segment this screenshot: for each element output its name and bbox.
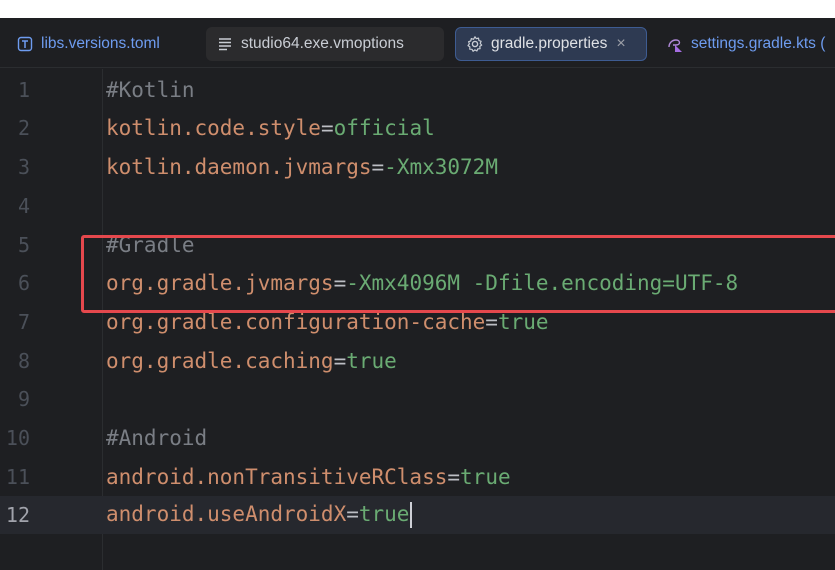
code-line: 10 #Android xyxy=(0,419,835,457)
line-number: 11 xyxy=(5,465,30,489)
property-key: android.nonTransitiveRClass xyxy=(106,465,448,489)
line-number: 4 xyxy=(17,194,30,218)
editor-tab-bar: libs.versions.toml studio64.exe.vmoption… xyxy=(0,18,835,68)
gear-icon xyxy=(466,35,484,53)
property-value: true xyxy=(497,310,549,334)
code-line: 8 org.gradle.caching=true xyxy=(0,342,835,380)
kotlin-gradle-file-icon xyxy=(666,35,684,53)
property-key: org.gradle.caching xyxy=(106,349,334,373)
line-number: 9 xyxy=(17,387,30,411)
tab-label: libs.versions.toml xyxy=(41,35,160,52)
property-key: kotlin.daemon.jvmargs xyxy=(106,155,372,179)
code-line-current: 12 android.useAndroidX=true xyxy=(0,496,835,534)
line-number: 2 xyxy=(17,116,30,140)
code-line: 1 #Kotlin xyxy=(0,71,835,109)
code-line: 3 kotlin.daemon.jvmargs=-Xmx3072M xyxy=(0,148,835,186)
toml-file-icon xyxy=(16,35,34,53)
property-value: -Xmx3072M xyxy=(384,155,498,179)
line-number: 7 xyxy=(17,310,30,334)
equals-sign: = xyxy=(485,310,498,334)
tab-libs-versions-toml[interactable]: libs.versions.toml xyxy=(6,27,196,61)
line-number: 1 xyxy=(17,78,30,102)
code-line: 9 xyxy=(0,380,835,418)
equals-sign: = xyxy=(371,155,385,179)
property-value: official xyxy=(333,116,435,140)
tab-label: settings.gradle.kts ( xyxy=(691,35,826,52)
line-number: 3 xyxy=(17,155,30,179)
annotation-highlight-box xyxy=(81,235,835,313)
equals-sign: = xyxy=(320,116,334,140)
line-number: 8 xyxy=(17,349,30,373)
window-top-strip xyxy=(0,0,835,18)
property-value: true xyxy=(358,502,410,526)
equals-sign: = xyxy=(333,349,347,373)
tab-gradle-properties[interactable]: gradle.properties × xyxy=(455,27,647,61)
code-editor[interactable]: 1 #Kotlin 2 kotlin.code.style=official 3… xyxy=(0,69,835,570)
tab-label: gradle.properties xyxy=(491,35,608,52)
text-caret xyxy=(410,502,413,528)
property-value: true xyxy=(346,349,397,373)
close-icon[interactable]: × xyxy=(616,35,625,53)
line-number: 6 xyxy=(17,271,30,295)
equals-sign: = xyxy=(447,465,461,489)
property-key: android.useAndroidX xyxy=(106,502,347,526)
line-number: 12 xyxy=(5,503,30,527)
tab-studio64-vmoptions[interactable]: studio64.exe.vmoptions xyxy=(206,27,444,61)
code-line: 2 kotlin.code.style=official xyxy=(0,109,835,147)
line-number: 5 xyxy=(17,233,30,257)
equals-sign: = xyxy=(346,502,359,526)
tab-settings-gradle-kts[interactable]: settings.gradle.kts ( xyxy=(658,27,835,61)
line-number: 10 xyxy=(5,426,30,450)
code-line: 11 android.nonTransitiveRClass=true xyxy=(0,458,835,496)
property-key: org.gradle.configuration-cache xyxy=(106,310,486,334)
comment-text: #Android xyxy=(106,426,208,450)
comment-text: #Kotlin xyxy=(106,78,195,102)
tab-label: studio64.exe.vmoptions xyxy=(241,35,404,52)
text-file-icon xyxy=(216,35,234,53)
property-key: kotlin.code.style xyxy=(106,116,321,140)
property-value: true xyxy=(460,465,511,489)
code-line: 4 xyxy=(0,187,835,225)
